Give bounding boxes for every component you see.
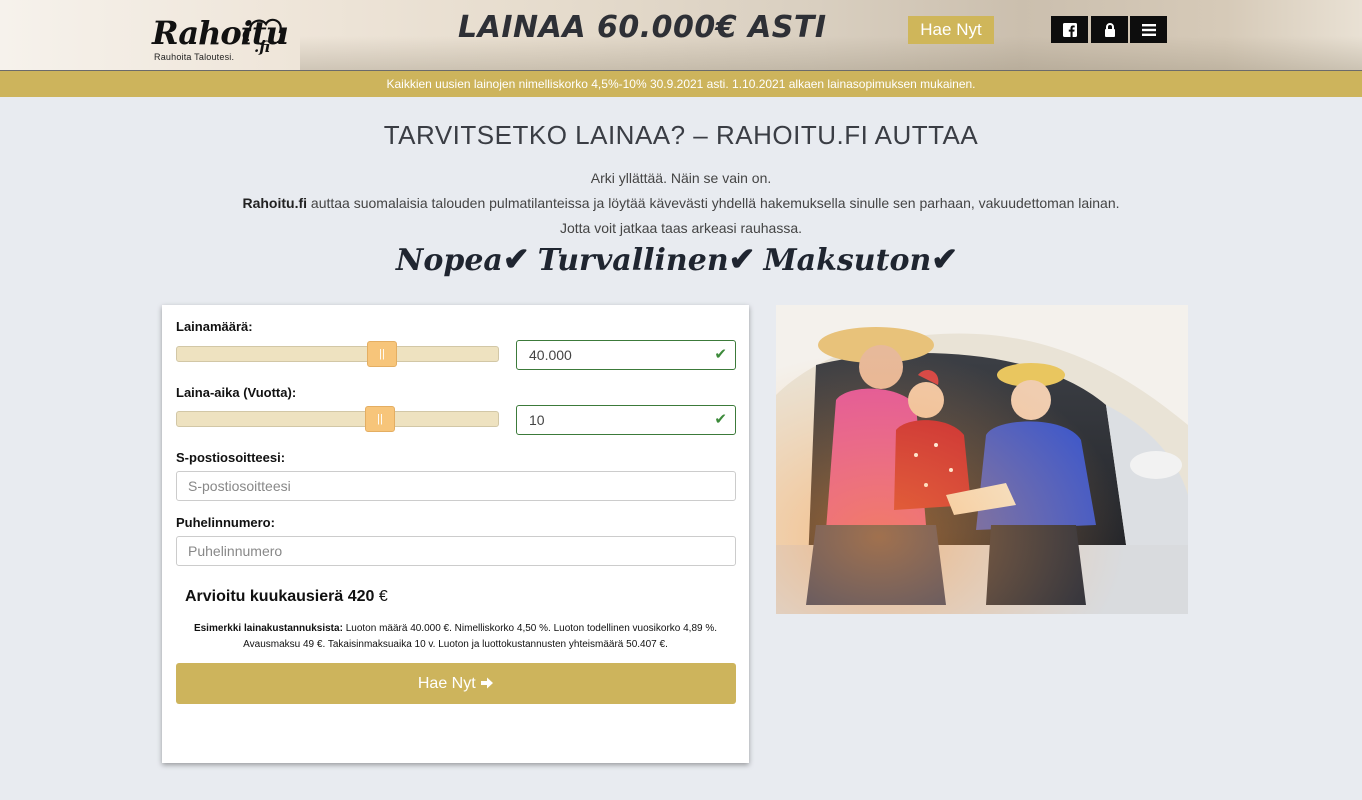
arrow-right-icon xyxy=(481,677,494,689)
monthly-payment: Arvioitu kuukausierä 420 € xyxy=(185,588,388,606)
cost-example: Esimerkki lainakustannuksista: Luoton mä… xyxy=(168,621,743,653)
apply-button-label: Hae Nyt xyxy=(417,675,476,692)
term-slider-handle[interactable]: || xyxy=(365,406,395,432)
site-header: Rahoitu .fi Rauhoita Taloutesi. LAINAA 6… xyxy=(0,0,1362,70)
amount-slider-handle[interactable]: || xyxy=(367,341,397,367)
brand-name: Rahoitu.fi xyxy=(242,195,308,211)
checkmark-icon: ✔ xyxy=(931,240,959,278)
phone-label: Puhelinnumero: xyxy=(176,515,275,530)
menu-icon xyxy=(1141,23,1156,36)
logo-suffix: .fi xyxy=(254,38,271,56)
intro-line-1: Arki yllättää. Näin se vain on. xyxy=(590,170,772,186)
family-photo xyxy=(776,305,1188,614)
page-title: TARVITSETKO LAINAA? – RAHOITU.FI AUTTAA xyxy=(383,120,979,150)
valid-check-icon: ✔ xyxy=(714,346,727,363)
apply-button[interactable]: Hae Nyt xyxy=(176,663,736,704)
tagline-fast: Nopea xyxy=(395,243,503,278)
amount-input[interactable]: 40.000 ✔ xyxy=(516,340,736,370)
amount-slider-track[interactable]: || xyxy=(176,341,499,367)
checkmark-icon: ✔ xyxy=(502,240,530,278)
site-logo[interactable]: Rahoitu .fi Rauhoita Taloutesi. xyxy=(150,8,290,66)
checkmark-icon: ✔ xyxy=(728,240,756,278)
cost-example-line-2: Avausmaksu 49 €. Takaisinmaksuaika 10 v.… xyxy=(243,639,668,650)
term-input[interactable]: 10 ✔ xyxy=(516,405,736,435)
monthly-payment-currency: € xyxy=(378,588,388,605)
cost-example-line-1: Luoton määrä 40.000 €. Nimelliskorko 4,5… xyxy=(342,623,718,634)
valid-check-icon: ✔ xyxy=(714,411,727,428)
lock-icon xyxy=(1104,22,1115,37)
tagline-safe: Turvallinen xyxy=(537,243,729,278)
interest-notice: Kaikkien uusien lainojen nimelliskorko 4… xyxy=(0,70,1362,97)
term-slider-track[interactable]: || xyxy=(176,406,499,432)
cost-example-title: Esimerkki lainakustannuksista: xyxy=(193,623,343,634)
facebook-button[interactable] xyxy=(1051,16,1088,43)
amount-value: 40.000 xyxy=(529,347,572,363)
logo-tagline: Rauhoita Taloutesi. xyxy=(154,52,235,62)
facebook-icon xyxy=(1062,22,1077,37)
email-field[interactable] xyxy=(176,471,736,501)
intro-line-2-text: auttaa suomalaisia talouden pulmatilante… xyxy=(307,195,1120,211)
term-label: Laina-aika (Vuotta): xyxy=(176,385,297,400)
intro-line-3: Jotta voit jatkaa taas arkeasi rauhassa. xyxy=(559,220,803,236)
term-value: 10 xyxy=(529,412,545,428)
login-button[interactable] xyxy=(1091,16,1128,43)
monthly-payment-label: Arvioitu kuukausierä 420 xyxy=(185,588,375,605)
loan-form-card: Lainamäärä: || 40.000 ✔ Laina-aika (Vuot… xyxy=(162,305,749,763)
header-headline: LAINAA 60.000€ ASTI xyxy=(458,10,827,45)
tagline-free: Maksuton xyxy=(763,243,932,278)
email-label: S-postiosoitteesi: xyxy=(176,450,286,465)
intro-line-2: Rahoitu.fi auttaa suomalaisia talouden p… xyxy=(0,195,1362,211)
phone-field[interactable] xyxy=(176,536,736,566)
menu-button[interactable] xyxy=(1130,16,1167,43)
header-apply-button[interactable]: Hae Nyt xyxy=(908,16,994,44)
tagline: Nopea✔ Turvallinen✔ Maksuton✔ xyxy=(0,240,1362,278)
amount-label: Lainamäärä: xyxy=(176,319,253,334)
family-illustration xyxy=(776,305,1188,614)
